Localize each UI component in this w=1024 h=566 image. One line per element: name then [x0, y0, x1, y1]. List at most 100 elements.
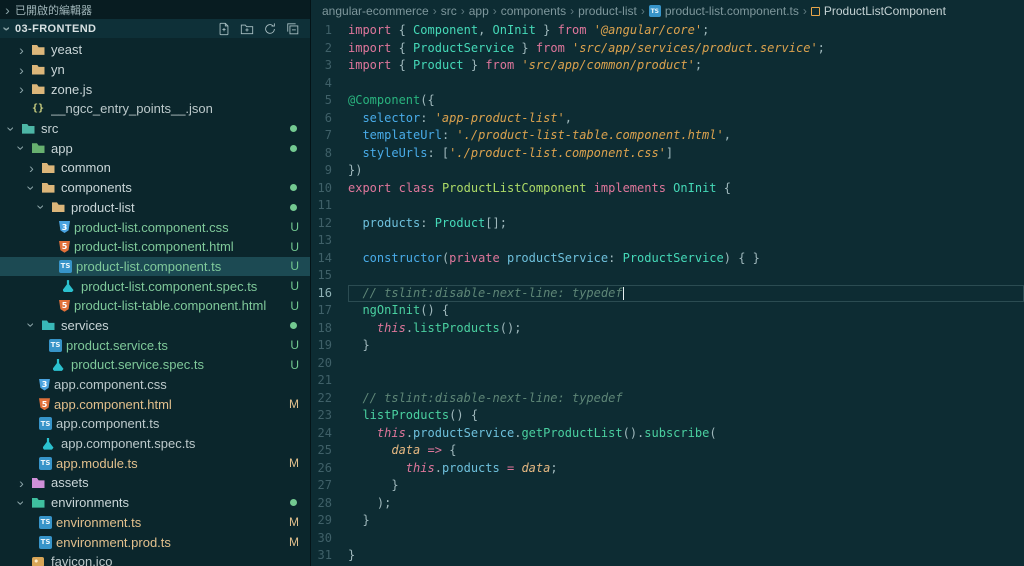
tree-item-app-component-spec-ts[interactable]: app.component.spec.ts: [0, 434, 310, 454]
breadcrumb-label: angular-ecommerce: [322, 4, 429, 18]
code-line-22[interactable]: 22 // tslint:disable-next-line: typedef: [311, 390, 1024, 408]
new-folder-icon[interactable]: [239, 21, 255, 37]
code-line-12[interactable]: 12 products: Product[];: [311, 215, 1024, 233]
tree-item-components[interactable]: › components: [0, 178, 310, 198]
chevron-down-icon[interactable]: ›: [24, 318, 40, 333]
open-editors-header[interactable]: › 已開啟的編輯器: [0, 0, 310, 19]
code-line-18[interactable]: 18 this.listProducts();: [311, 320, 1024, 338]
code-line-20[interactable]: 20: [311, 355, 1024, 373]
git-status-badge: M: [289, 397, 299, 412]
tree-item-app[interactable]: › app: [0, 138, 310, 158]
tree-item-label: app.module.ts: [56, 455, 138, 471]
chevron-right-icon[interactable]: ›: [14, 82, 29, 96]
tree-item-product-list-table-component-html[interactable]: 5 product-list-table.component.html U: [0, 296, 310, 316]
code-line-30[interactable]: 30: [311, 530, 1024, 548]
code-line-16[interactable]: 16 // tslint:disable-next-line: typedef: [311, 285, 1024, 303]
code-line-1[interactable]: 1 import { Component, OnInit } from '@ang…: [311, 22, 1024, 40]
tree-item-label: app.component.css: [54, 377, 167, 393]
tree-item-environments[interactable]: › environments: [0, 493, 310, 513]
code-line-31[interactable]: 31}: [311, 547, 1024, 565]
tree-item-assets[interactable]: › assets: [0, 473, 310, 493]
tree-item-zone-js[interactable]: › zone.js: [0, 79, 310, 99]
breadcrumb-item-angular-ecommerce[interactable]: angular-ecommerce: [322, 4, 429, 18]
code-line-4[interactable]: 4: [311, 75, 1024, 93]
tree-item-product-service-ts[interactable]: TS product.service.ts U: [0, 335, 310, 355]
code-line-2[interactable]: 2 import { ProductService } from 'src/app…: [311, 40, 1024, 58]
breadcrumb-item-app[interactable]: app: [469, 4, 489, 18]
line-content: import { ProductService } from 'src/app/…: [348, 40, 825, 55]
tree-item-yeast[interactable]: › yeast: [0, 40, 310, 60]
breadcrumb-separator: ›: [432, 4, 437, 18]
tree-item-product-list-component-css[interactable]: 3 product-list.component.css U: [0, 217, 310, 237]
tree-item-app-component-ts[interactable]: TS app.component.ts: [0, 414, 310, 434]
chevron-right-icon[interactable]: ›: [14, 43, 29, 57]
tree-item-app-component-css[interactable]: 3 app.component.css: [0, 375, 310, 395]
tree-item-environment-prod-ts[interactable]: TS environment.prod.ts M: [0, 532, 310, 552]
chevron-down-icon[interactable]: ›: [24, 180, 40, 195]
tree-item-favicon-ico[interactable]: favicon.ico: [0, 552, 310, 566]
tree-item-product-list-component-spec-ts[interactable]: product-list.component.spec.ts U: [0, 276, 310, 296]
tree-item-yn[interactable]: › yn: [0, 60, 310, 80]
ts-icon: TS: [59, 259, 72, 273]
code-line-8[interactable]: 8 styleUrls: ['./product-list.component.…: [311, 145, 1024, 163]
code-line-9[interactable]: 9}): [311, 162, 1024, 180]
line-number: 18: [317, 320, 332, 335]
code-line-6[interactable]: 6 selector: 'app-product-list',: [311, 110, 1024, 128]
code-line-24[interactable]: 24 this.productService.getProductList().…: [311, 425, 1024, 443]
tree-item-app-component-html[interactable]: 5 app.component.html M: [0, 394, 310, 414]
tree-item-label: product-list.component.html: [74, 239, 234, 255]
folder-section-header[interactable]: › 03-FRONTEND: [0, 19, 310, 38]
tree-item-product-service-spec-ts[interactable]: product.service.spec.ts U: [0, 355, 310, 375]
chevron-right-icon[interactable]: ›: [24, 161, 39, 175]
line-number: 26: [317, 460, 332, 475]
code-line-27[interactable]: 27 }: [311, 477, 1024, 495]
new-file-icon[interactable]: [216, 21, 232, 37]
code-line-17[interactable]: 17 ngOnInit() {: [311, 302, 1024, 320]
code-line-13[interactable]: 13: [311, 232, 1024, 250]
chevron-down-icon[interactable]: ›: [4, 121, 20, 136]
tree-item-product-list[interactable]: › product-list: [0, 198, 310, 218]
chevron-down-icon[interactable]: ›: [14, 495, 30, 510]
code-line-28[interactable]: 28 );: [311, 495, 1024, 513]
code-line-5[interactable]: 5 @Component({: [311, 92, 1024, 110]
code-line-23[interactable]: 23 listProducts() {: [311, 407, 1024, 425]
code-line-14[interactable]: 14 constructor(private productService: P…: [311, 250, 1024, 268]
tree-item-src[interactable]: › src: [0, 119, 310, 139]
line-number: 20: [317, 355, 332, 370]
line-number: 5: [324, 93, 332, 107]
tree-item-services[interactable]: › services: [0, 316, 310, 336]
tree-item-common[interactable]: › common: [0, 158, 310, 178]
code-line-10[interactable]: 10 export class ProductListComponent impl…: [311, 180, 1024, 198]
breadcrumb-item-src[interactable]: src: [441, 4, 457, 18]
code-line-7[interactable]: 7 templateUrl: './product-list-table.com…: [311, 127, 1024, 145]
folder-icon: [29, 62, 47, 78]
code-line-21[interactable]: 21: [311, 372, 1024, 390]
breadcrumb-item-product-list-component-ts[interactable]: TS product-list.component.ts: [648, 4, 799, 18]
code-lines[interactable]: 1 import { Component, OnInit } from '@ang…: [311, 22, 1024, 566]
chevron-right-icon[interactable]: ›: [14, 476, 29, 490]
tree-item-app-module-ts[interactable]: TS app.module.ts M: [0, 453, 310, 473]
breadcrumb-item-product-list[interactable]: product-list: [578, 4, 637, 18]
collapse-all-icon[interactable]: [285, 21, 301, 37]
chevron-down-icon[interactable]: ›: [14, 141, 30, 156]
breadcrumb-item-components[interactable]: components: [501, 4, 566, 18]
tree-item-product-list-component-ts[interactable]: TS product-list.component.ts U: [0, 256, 310, 277]
code-line-26[interactable]: 26 this.products = data;: [311, 460, 1024, 478]
chevron-right-icon[interactable]: ›: [14, 63, 29, 77]
line-number: 31: [317, 548, 332, 562]
refresh-icon[interactable]: [262, 21, 278, 37]
chevron-down-icon[interactable]: ›: [34, 200, 50, 215]
code-line-19[interactable]: 19 }: [311, 337, 1024, 355]
breadcrumb-item-productlistcomponent[interactable]: ProductListComponent: [810, 4, 946, 18]
code-line-11[interactable]: 11: [311, 197, 1024, 215]
line-number: 9: [324, 163, 332, 177]
breadcrumb-label: components: [500, 4, 567, 18]
tree-item-product-list-component-html[interactable]: 5 product-list.component.html U: [0, 237, 310, 257]
code-line-3[interactable]: 3 import { Product } from 'src/app/common…: [311, 57, 1024, 75]
code-line-29[interactable]: 29 }: [311, 512, 1024, 530]
code-line-25[interactable]: 25 data => {: [311, 442, 1024, 460]
git-status-badge: M: [289, 535, 299, 550]
tree-item-environment-ts[interactable]: TS environment.ts M: [0, 513, 310, 533]
tree-item-ngcc-entry-points-json[interactable]: {} __ngcc_entry_points__.json: [0, 99, 310, 119]
code-line-15[interactable]: 15: [311, 267, 1024, 285]
